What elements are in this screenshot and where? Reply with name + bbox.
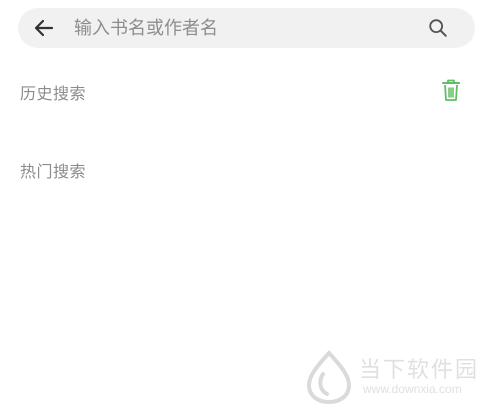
watermark-url: www.downxia.com <box>363 382 462 396</box>
history-search-label: 历史搜索 <box>20 84 87 103</box>
search-input[interactable] <box>74 14 404 42</box>
watermark: 当下软件园 www.downxia.com <box>305 346 485 406</box>
search-page: 历史搜索 热门搜索 当下软件园 www.downxia.com <box>0 0 495 420</box>
search-icon[interactable] <box>427 17 449 39</box>
hot-search-label: 热门搜索 <box>20 162 87 181</box>
watermark-logo-icon <box>306 350 352 404</box>
watermark-text: 当下软件园 <box>359 358 480 383</box>
trash-icon[interactable] <box>440 78 462 102</box>
back-arrow-icon[interactable] <box>32 16 56 40</box>
search-bar <box>18 8 475 48</box>
